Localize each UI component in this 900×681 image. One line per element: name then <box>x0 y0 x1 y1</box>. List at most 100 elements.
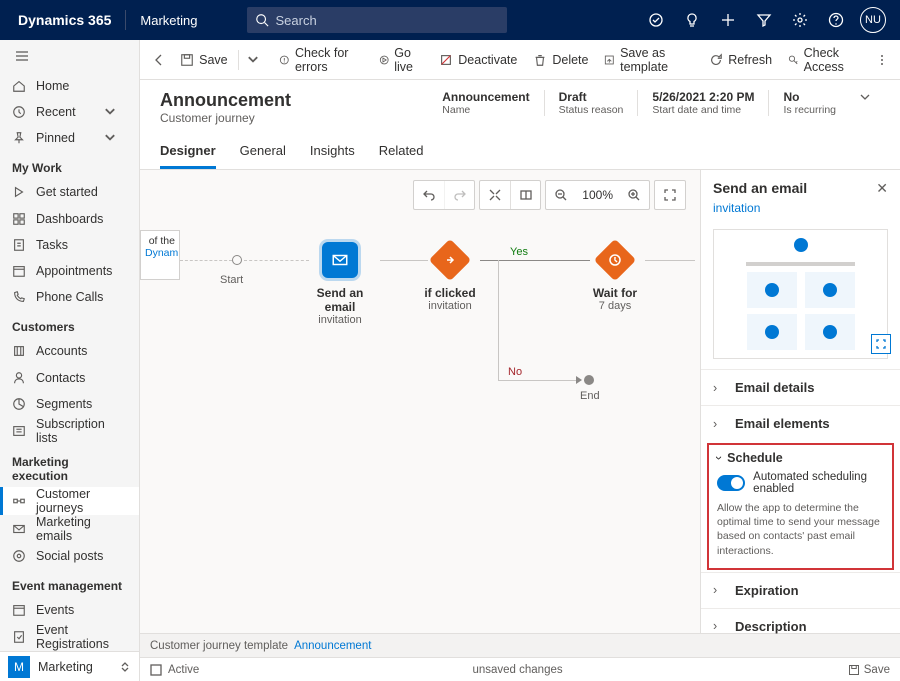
acc-schedule[interactable]: ›Schedule <box>717 451 884 465</box>
end-label: End <box>580 390 600 402</box>
save-dropdown[interactable] <box>240 40 271 80</box>
delete-button[interactable]: Delete <box>525 40 596 80</box>
app-switcher[interactable]: M Marketing <box>0 651 139 681</box>
minimap-button[interactable] <box>510 181 540 209</box>
user-avatar[interactable]: NU <box>860 7 886 33</box>
start-label: Start <box>220 274 243 286</box>
start-node[interactable] <box>232 255 242 265</box>
acc-email-elements[interactable]: ›Email elements <box>701 405 900 441</box>
record-title: Announcement <box>160 90 291 111</box>
hdr-recurring-val: No <box>783 90 836 104</box>
panel-subtype-link[interactable]: invitation <box>701 201 900 223</box>
nav-marketing-emails[interactable]: Marketing emails <box>0 515 139 543</box>
nav-section-customers: Customers <box>0 310 139 338</box>
up-down-icon <box>119 661 131 673</box>
record-status: Active <box>168 664 199 676</box>
chevron-down-icon <box>103 131 117 145</box>
filter-icon[interactable] <box>746 0 782 40</box>
wait-node[interactable]: Wait for 7 days <box>585 242 645 312</box>
record-entity: Customer journey <box>160 111 291 125</box>
undo-button[interactable] <box>414 181 444 209</box>
footer-template-link[interactable]: Announcement <box>294 640 371 652</box>
go-live-button[interactable]: Go live <box>371 40 431 80</box>
fullscreen-button[interactable] <box>655 181 685 209</box>
auto-schedule-toggle[interactable] <box>717 475 745 491</box>
tab-designer[interactable]: Designer <box>160 135 216 169</box>
acc-expiration[interactable]: ›Expiration <box>701 572 900 608</box>
chevron-down-icon <box>103 105 117 119</box>
zoom-in-button[interactable] <box>619 181 649 209</box>
nav-get-started[interactable]: Get started <box>0 179 139 205</box>
footer-template-label: Customer journey template <box>150 640 288 652</box>
schedule-help-text: Allow the app to determine the optimal t… <box>717 501 884 558</box>
nav-collapse-button[interactable] <box>0 40 139 73</box>
save-button[interactable]: Save <box>172 40 236 80</box>
fit-button[interactable] <box>480 181 510 209</box>
nav-appointments[interactable]: Appointments <box>0 258 139 284</box>
search-placeholder: Search <box>275 13 316 28</box>
tab-related[interactable]: Related <box>379 135 424 169</box>
zoom-out-button[interactable] <box>546 181 576 209</box>
app-switch-badge: M <box>8 656 30 678</box>
app-brand[interactable]: Dynamics 365 <box>8 12 121 28</box>
email-preview[interactable] <box>713 229 888 359</box>
nav-phone-calls[interactable]: Phone Calls <box>0 284 139 310</box>
status-icon <box>150 664 162 676</box>
properties-panel: Send an email ✕ invitation ›Email detail… <box>700 170 900 633</box>
acc-description[interactable]: ›Description <box>701 608 900 644</box>
record-tabs: Designer General Insights Related <box>140 135 900 170</box>
help-icon[interactable] <box>818 0 854 40</box>
hdr-status-val: Draft <box>559 90 624 104</box>
end-node[interactable] <box>584 375 594 385</box>
redo-button[interactable] <box>444 181 474 209</box>
nav-dashboards[interactable]: Dashboards <box>0 206 139 232</box>
check-errors-button[interactable]: Check for errors <box>271 40 370 80</box>
footer-save-button[interactable]: Save <box>848 664 890 676</box>
nav-event-registrations[interactable]: Event Registrations <box>0 623 139 651</box>
settings-icon[interactable] <box>782 0 818 40</box>
nav-subscription-lists[interactable]: Subscription lists <box>0 417 139 445</box>
module-name[interactable]: Marketing <box>130 13 207 28</box>
nav-accounts[interactable]: Accounts <box>0 338 139 364</box>
toggle-label: Automated scheduling enabled <box>753 471 884 495</box>
hdr-name-val: Announcement <box>442 90 529 104</box>
more-commands-button[interactable] <box>871 53 894 67</box>
nav-recent[interactable]: Recent <box>0 99 139 125</box>
nav-section-events: Event management <box>0 569 139 597</box>
check-access-button[interactable]: Check Access <box>780 40 871 80</box>
email-node[interactable]: Send an email invitation <box>300 242 380 326</box>
yes-label: Yes <box>510 246 528 258</box>
nav-customer-journeys[interactable]: Customer journeys <box>0 487 139 515</box>
header-expand-button[interactable] <box>850 90 880 104</box>
nav-events[interactable]: Events <box>0 597 139 623</box>
acc-email-details[interactable]: ›Email details <box>701 369 900 405</box>
preview-expand-button[interactable] <box>871 334 891 354</box>
search-icon <box>255 13 269 27</box>
tab-insights[interactable]: Insights <box>310 135 355 169</box>
back-button[interactable] <box>146 53 172 67</box>
save-as-template-button[interactable]: Save as template <box>596 40 701 80</box>
nav-contacts[interactable]: Contacts <box>0 365 139 391</box>
nav-tasks[interactable]: Tasks <box>0 232 139 258</box>
tab-general[interactable]: General <box>240 135 286 169</box>
condition-node[interactable]: if clicked invitation <box>420 242 480 312</box>
zoom-level: 100% <box>576 181 619 209</box>
add-icon[interactable] <box>710 0 746 40</box>
refresh-button[interactable]: Refresh <box>701 40 780 80</box>
site-nav: Home Recent Pinned My Work Get started D… <box>0 40 140 681</box>
nav-section-mywork: My Work <box>0 151 139 179</box>
unsaved-indicator: unsaved changes <box>472 664 562 676</box>
nav-section-marketing-exec: Marketing execution <box>0 445 139 487</box>
global-search[interactable]: Search <box>247 7 507 33</box>
journey-canvas[interactable]: 100% of the Dynam Start Send an email <box>140 170 700 633</box>
panel-title: Send an email <box>713 180 807 196</box>
panel-close-button[interactable]: ✕ <box>876 180 888 197</box>
lightbulb-icon[interactable] <box>674 0 710 40</box>
deactivate-button[interactable]: Deactivate <box>431 40 525 80</box>
nav-home[interactable]: Home <box>0 73 139 99</box>
hdr-start-val: 5/26/2021 2:20 PM <box>652 90 754 104</box>
nav-social-posts[interactable]: Social posts <box>0 543 139 569</box>
nav-pinned[interactable]: Pinned <box>0 125 139 151</box>
assistant-icon[interactable] <box>638 0 674 40</box>
nav-segments[interactable]: Segments <box>0 391 139 417</box>
